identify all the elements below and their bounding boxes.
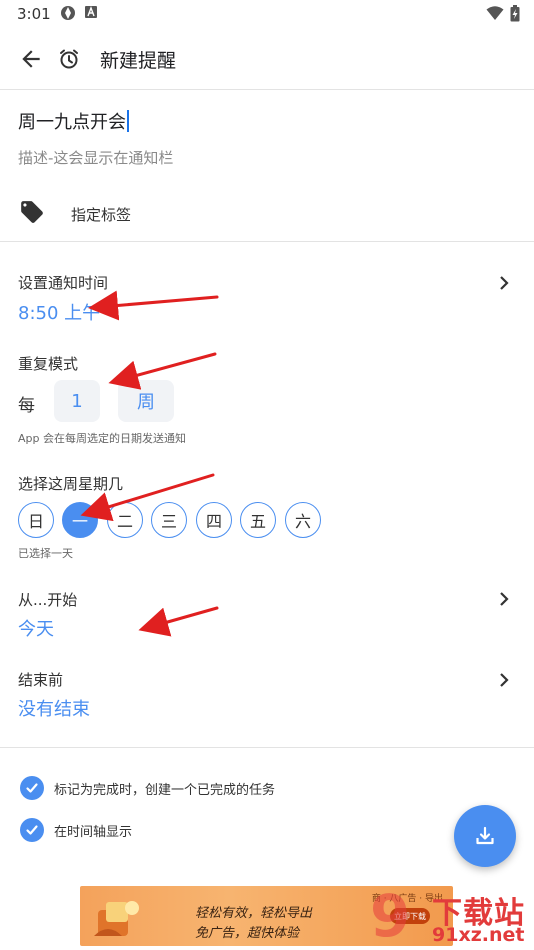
vpn-icon [61, 6, 75, 20]
chevron-right-icon [500, 592, 509, 606]
save-fab-button[interactable] [454, 805, 516, 867]
section-divider [0, 241, 534, 242]
weekday-label: 选择这周星期几 [18, 475, 124, 493]
chevron-right-icon [500, 673, 509, 687]
annotation-arrow [80, 290, 219, 637]
download-tray-icon [476, 826, 494, 845]
assign-tag-label: 指定标签 [71, 206, 132, 224]
battery-charging-icon [510, 5, 520, 22]
checkbox-checked[interactable] [20, 776, 44, 800]
ad-illustration [94, 901, 139, 936]
title-input[interactable]: 周一九点开会 [18, 108, 129, 134]
create-completed-task-label: 标记为完成时，创建一个已完成的任务 [54, 783, 276, 798]
weekday-selector: 日 一 二 三 四 五 六 [18, 502, 328, 538]
repeat-interval-input[interactable]: 1 [54, 380, 100, 422]
site-watermark: 9 下载站 91xz.net [370, 886, 534, 950]
notification-time-label: 设置通知时间 [18, 274, 109, 292]
start-date-value: 今天 [18, 619, 54, 640]
weekday-tue[interactable]: 二 [107, 502, 143, 538]
ad-subline: 免广告，超快体验 [195, 926, 300, 941]
checkmark-icon [26, 825, 38, 835]
description-input[interactable]: 描述-这会显示在通知栏 [18, 147, 173, 168]
weekday-wed[interactable]: 三 [151, 502, 187, 538]
arrow-left-icon[interactable] [18, 46, 44, 72]
page-title: 新建提醒 [100, 50, 177, 72]
checkbox-checked[interactable] [20, 818, 44, 842]
text-caret [127, 110, 129, 132]
assign-tag-row[interactable]: 指定标签 [0, 192, 534, 234]
end-date-label: 结束前 [18, 671, 64, 689]
watermark-domain: 91xz.net [432, 924, 525, 946]
alarm-clock-icon [60, 49, 78, 69]
a-icon [85, 6, 97, 18]
weekday-fri[interactable]: 五 [240, 502, 276, 538]
weekday-sat[interactable]: 六 [285, 502, 321, 538]
watermark-number: 9 [370, 882, 411, 950]
repeat-prefix: 每 [18, 396, 35, 416]
repeat-hint: App 会在每周选定的日期发送通知 [18, 432, 186, 445]
start-date-label: 从...开始 [18, 591, 78, 609]
show-in-timeline-label: 在时间轴显示 [54, 825, 133, 840]
checkmark-icon [26, 783, 38, 793]
show-in-timeline-option[interactable]: 在时间轴显示 [20, 817, 440, 843]
weekday-hint: 已选择一天 [18, 547, 73, 560]
weekday-mon[interactable]: 一 [62, 502, 98, 538]
status-time: 3:01 [17, 5, 51, 23]
repeat-unit-select[interactable]: 周 [118, 380, 174, 422]
weekday-sun[interactable]: 日 [18, 502, 54, 538]
wifi-icon [486, 6, 504, 20]
app-bar: 新建提醒 [0, 30, 534, 88]
app-bar-divider [0, 89, 534, 90]
weekday-thu[interactable]: 四 [196, 502, 232, 538]
status-bar: 3:01 [0, 0, 534, 28]
tag-icon [21, 201, 43, 223]
title-input-value: 周一九点开会 [18, 112, 126, 133]
chevron-right-icon [500, 276, 509, 290]
ad-headline: 轻松有效，轻松导出 [195, 906, 313, 921]
notification-time-value: 8:50 上午 [18, 303, 101, 324]
create-completed-task-option[interactable]: 标记为完成时，创建一个已完成的任务 [20, 775, 440, 801]
end-date-value: 没有结束 [18, 699, 90, 720]
repeat-mode-label: 重复模式 [18, 355, 79, 373]
section-divider [0, 747, 534, 748]
